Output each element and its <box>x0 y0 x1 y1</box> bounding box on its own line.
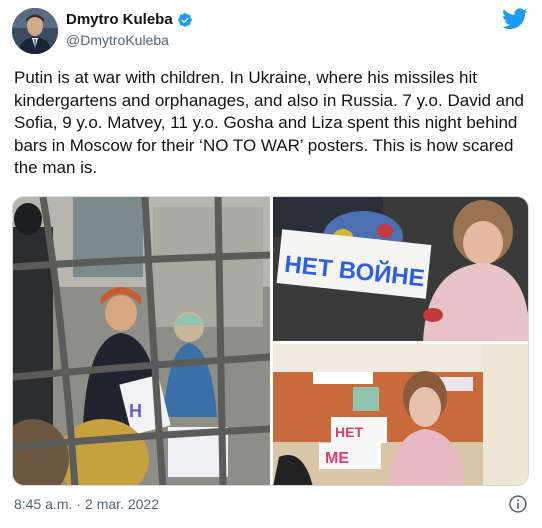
photo-girl-with-poster[interactable]: НЕТ ВОЙНЕ <box>273 197 529 341</box>
tweet-photo-grid[interactable]: Н НЕТ ВОЙНЕ НЕТ МЕ <box>12 196 529 486</box>
tweet-time: 8:45 a.m. <box>14 496 73 512</box>
author-name[interactable]: Dmytro Kuleba <box>66 11 173 28</box>
poster-bottom-text-1: НЕТ <box>335 424 363 440</box>
photo-girl-at-table[interactable]: НЕТ МЕ <box>273 344 529 486</box>
tweet-date: 2 mar. 2022 <box>85 496 159 512</box>
tweet-card: Dmytro Kuleba @DmytroKuleba Putin is at … <box>0 0 542 528</box>
author-handle[interactable]: @DmytroKuleba <box>66 32 169 48</box>
photo-children-behind-bars[interactable]: Н <box>13 197 271 486</box>
tweet-header: Dmytro Kuleba @DmytroKuleba <box>12 8 530 56</box>
poster-bottom-text-2: МЕ <box>325 450 349 467</box>
tweet-timestamp[interactable]: 8:45 a.m. · 2 mar. 2022 <box>14 496 159 512</box>
photo-collage: Н НЕТ ВОЙНЕ НЕТ МЕ <box>13 197 529 486</box>
name-line: Dmytro Kuleba <box>66 11 193 28</box>
twitter-bird-icon[interactable] <box>502 8 528 30</box>
info-icon[interactable] <box>508 494 528 514</box>
poster-left-text: Н <box>129 401 142 421</box>
avatar[interactable] <box>12 8 58 54</box>
timestamp-separator: · <box>76 496 82 512</box>
tweet-text: Putin is at war with children. In Ukrain… <box>14 68 525 177</box>
verified-badge-icon <box>177 12 192 27</box>
